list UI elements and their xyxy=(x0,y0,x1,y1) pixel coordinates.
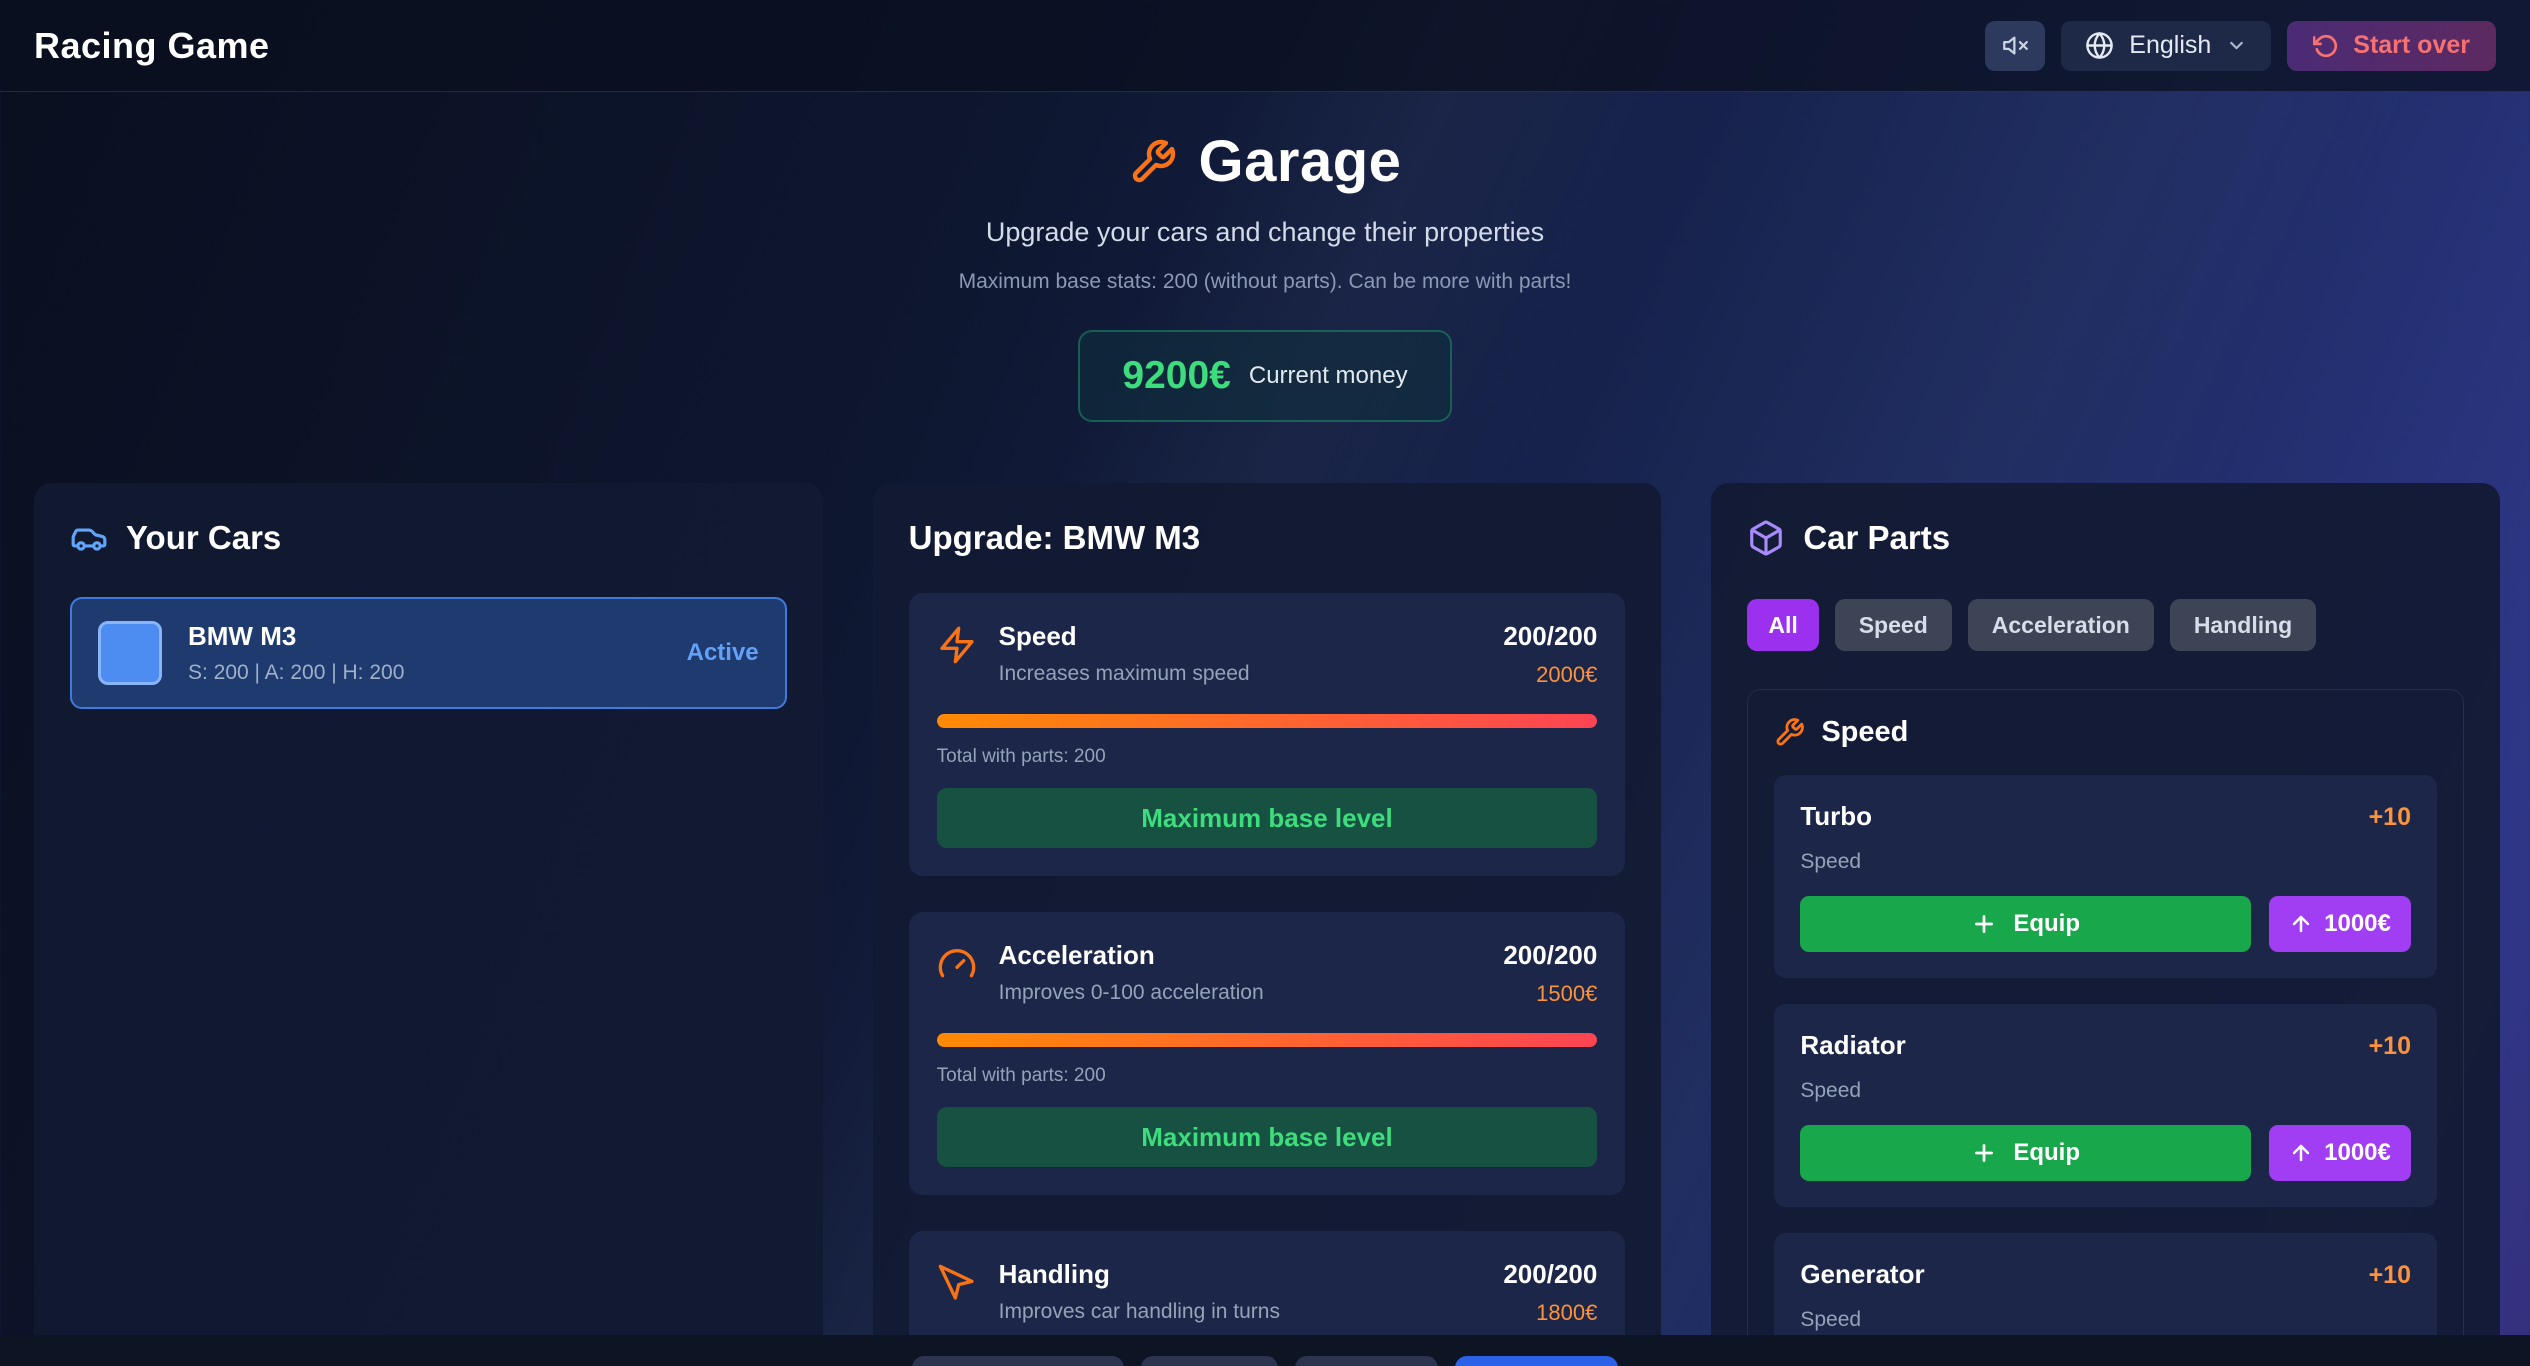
part-name: Radiator xyxy=(1800,1030,1905,1061)
stat-name: Speed xyxy=(999,621,1250,652)
stat-name: Handling xyxy=(999,1259,1280,1290)
stat-progress-fill xyxy=(937,1033,1598,1047)
navigation-icon xyxy=(937,1259,977,1326)
wrench-icon xyxy=(1129,138,1177,186)
gauge-icon xyxy=(937,940,977,1007)
car-parts-title: Car Parts xyxy=(1803,519,1950,557)
bottom-bar xyxy=(0,1335,2530,1366)
part-price: 1000€ xyxy=(2324,910,2391,938)
filter-acceleration[interactable]: Acceleration xyxy=(1968,599,2154,651)
car-color-swatch xyxy=(98,621,162,685)
stat-progress-bar xyxy=(937,714,1598,728)
garage-header: Garage Upgrade your cars and change thei… xyxy=(0,92,2530,422)
money-label: Current money xyxy=(1249,362,1408,390)
part-bonus: +10 xyxy=(2369,1261,2411,1290)
start-over-label: Start over xyxy=(2353,31,2470,60)
buy-upgrade-button[interactable]: 1000€ xyxy=(2269,896,2411,952)
page-subtitle: Upgrade your cars and change their prope… xyxy=(0,217,2530,248)
plus-icon xyxy=(1971,1140,1997,1166)
part-bonus: +10 xyxy=(2369,1032,2411,1061)
arrow-up-icon xyxy=(2289,912,2313,936)
zap-icon xyxy=(937,621,977,688)
stat-card-speed: Speed Increases maximum speed 200/200 20… xyxy=(909,593,1626,876)
part-category: Speed xyxy=(1800,1308,2411,1332)
upgrade-panel-title: Upgrade: BMW M3 xyxy=(909,519,1201,557)
bottom-nav-button[interactable] xyxy=(1295,1356,1438,1366)
buy-upgrade-button[interactable]: 1000€ xyxy=(2269,1125,2411,1181)
stat-card-acceleration: Acceleration Improves 0-100 acceleration… xyxy=(909,912,1626,1195)
car-icon xyxy=(70,519,108,557)
stat-progress-fill xyxy=(937,714,1598,728)
car-name: BMW M3 xyxy=(188,621,404,652)
filter-all[interactable]: All xyxy=(1747,599,1818,651)
max-base-level-button[interactable]: Maximum base level xyxy=(937,788,1598,848)
language-label: English xyxy=(2129,31,2211,60)
stat-level: 200/200 xyxy=(1503,940,1597,971)
filter-handling[interactable]: Handling xyxy=(2170,599,2316,651)
stat-upgrade-price: 2000€ xyxy=(1503,662,1597,688)
part-card-radiator: Radiator +10 Speed Equip 1000€ xyxy=(1774,1004,2437,1207)
part-name: Turbo xyxy=(1800,801,1872,832)
part-category: Speed xyxy=(1800,1079,2411,1103)
stat-upgrade-price: 1500€ xyxy=(1503,981,1597,1007)
stat-description: Improves car handling in turns xyxy=(999,1300,1280,1324)
equip-button[interactable]: Equip xyxy=(1800,896,2251,952)
navbar-controls: English Start over xyxy=(1985,21,2496,71)
car-status-badge: Active xyxy=(687,639,759,667)
plus-icon xyxy=(1971,911,1997,937)
bottom-nav xyxy=(912,1335,1618,1366)
parts-group-title: Speed xyxy=(1821,716,1908,749)
equip-label: Equip xyxy=(2013,910,2080,938)
app-title: Racing Game xyxy=(34,25,270,67)
filter-speed[interactable]: Speed xyxy=(1835,599,1952,651)
wrench-icon xyxy=(1774,717,1805,748)
package-icon xyxy=(1747,519,1785,557)
mute-button[interactable] xyxy=(1985,21,2045,71)
stat-total-with-parts: Total with parts: 200 xyxy=(937,1065,1598,1087)
max-base-level-button[interactable]: Maximum base level xyxy=(937,1107,1598,1167)
arrow-up-icon xyxy=(2289,1141,2313,1165)
parts-group-speed: Speed Turbo +10 Speed Equip 1000€ xyxy=(1747,689,2464,1366)
navbar: Racing Game English Start over xyxy=(0,0,2530,92)
stat-total-with-parts: Total with parts: 200 xyxy=(937,746,1598,768)
parts-filter-bar: All Speed Acceleration Handling xyxy=(1747,599,2464,651)
part-name: Generator xyxy=(1800,1259,1924,1290)
your-cars-panel: Your Cars BMW M3 S: 200 | A: 200 | H: 20… xyxy=(34,483,823,1366)
chevron-down-icon xyxy=(2226,35,2247,56)
stat-description: Increases maximum speed xyxy=(999,662,1250,686)
language-selector[interactable]: English xyxy=(2061,21,2271,71)
car-list-item-bmw-m3[interactable]: BMW M3 S: 200 | A: 200 | H: 200 Active xyxy=(70,597,787,709)
stat-name: Acceleration xyxy=(999,940,1264,971)
page-note: Maximum base stats: 200 (without parts).… xyxy=(0,270,2530,294)
part-bonus: +10 xyxy=(2369,803,2411,832)
stat-upgrade-price: 1800€ xyxy=(1503,1300,1597,1326)
start-over-button[interactable]: Start over xyxy=(2287,21,2496,71)
part-card-turbo: Turbo +10 Speed Equip 1000€ xyxy=(1774,775,2437,978)
stat-level: 200/200 xyxy=(1503,621,1597,652)
upgrade-panel: Upgrade: BMW M3 Speed Increases maximum … xyxy=(873,483,1662,1366)
main-content: Your Cars BMW M3 S: 200 | A: 200 | H: 20… xyxy=(34,483,2500,1366)
part-category: Speed xyxy=(1800,850,2411,874)
bottom-nav-button[interactable] xyxy=(912,1356,1124,1366)
equip-label: Equip xyxy=(2013,1139,2080,1167)
car-stats-summary: S: 200 | A: 200 | H: 200 xyxy=(188,661,404,685)
part-price: 1000€ xyxy=(2324,1139,2391,1167)
bottom-nav-button-active[interactable] xyxy=(1455,1356,1618,1366)
equip-button[interactable]: Equip xyxy=(1800,1125,2251,1181)
money-display: 9200€ Current money xyxy=(1078,330,1451,422)
volume-mute-icon xyxy=(2002,32,2029,59)
money-amount: 9200€ xyxy=(1122,354,1230,398)
globe-icon xyxy=(2085,31,2114,60)
rotate-ccw-icon xyxy=(2313,33,2339,59)
stat-level: 200/200 xyxy=(1503,1259,1597,1290)
bottom-nav-button[interactable] xyxy=(1141,1356,1278,1366)
car-parts-panel: Car Parts All Speed Acceleration Handlin… xyxy=(1711,483,2500,1366)
page-title: Garage xyxy=(1199,128,1402,195)
your-cars-title: Your Cars xyxy=(126,519,281,557)
stat-description: Improves 0-100 acceleration xyxy=(999,981,1264,1005)
stat-progress-bar xyxy=(937,1033,1598,1047)
